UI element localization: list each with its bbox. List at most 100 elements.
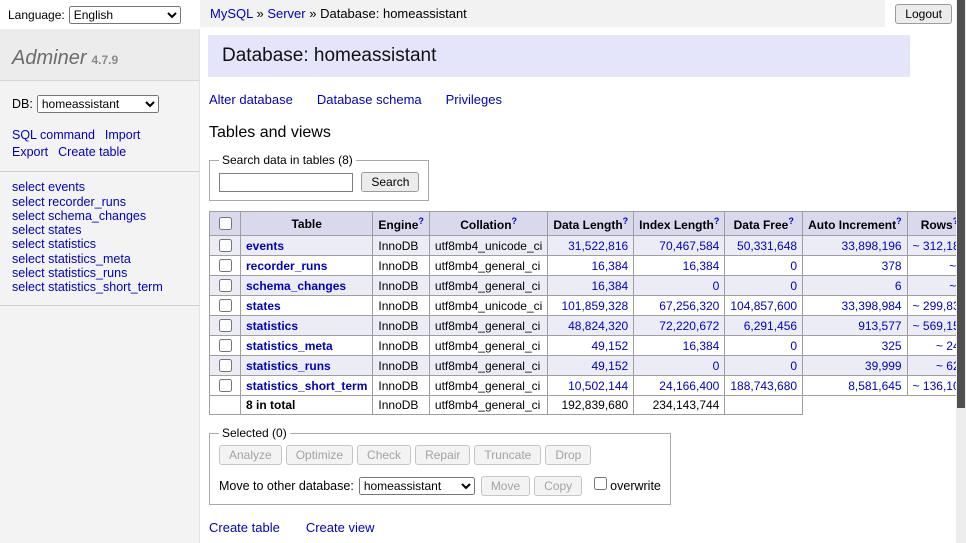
data-length-link[interactable]: 48,824,320 [568,319,628,333]
table-name-link[interactable]: recorder_runs [246,259,327,273]
data-free-link[interactable]: 0 [790,279,797,293]
table-name-link[interactable]: statistics [246,319,298,333]
data-length-link[interactable]: 101,859,328 [561,299,628,313]
data-length-link[interactable]: 49,152 [591,359,628,373]
check-button[interactable]: Check [357,445,411,465]
data-length-link[interactable]: 16,384 [591,279,628,293]
data-free-link[interactable]: 50,331,648 [737,239,797,253]
column-help-link[interactable]: ? [418,216,424,226]
data-free-link[interactable]: 188,743,680 [730,379,797,393]
drop-button[interactable]: Drop [545,445,591,465]
sidebar-link-export[interactable]: Export [12,145,48,159]
breadcrumb-link[interactable]: MySQL [210,6,253,21]
auto-increment-link[interactable]: 33,898,196 [842,239,902,253]
move-button[interactable]: Move [481,476,530,496]
row-checkbox[interactable] [219,259,232,272]
data-free-link[interactable]: 0 [790,259,797,273]
checkbox-cell [210,236,241,256]
column-help-link[interactable]: ? [788,216,794,226]
auto-increment-link[interactable]: 33,398,984 [842,299,902,313]
logout-button[interactable]: Logout [895,4,952,24]
data-length-link[interactable]: 31,522,816 [568,239,628,253]
column-help-link[interactable]: ? [623,216,629,226]
create-view-link[interactable]: Create view [306,520,375,535]
column-help-link[interactable]: ? [714,216,720,226]
row-checkbox[interactable] [219,319,232,332]
data-free-link[interactable]: 6,291,456 [744,319,797,333]
auto-increment-link[interactable]: 378 [882,259,902,273]
auto-increment-link[interactable]: 8,581,645 [848,379,901,393]
table-name-cell: recorder_runs [241,256,373,276]
auto-increment-link[interactable]: 6 [895,279,902,293]
auto-increment-link[interactable]: 325 [882,339,902,353]
vertical-scrollbar[interactable] [956,0,966,543]
index-length-link[interactable]: 0 [713,359,720,373]
row-checkbox[interactable] [219,339,232,352]
column-help-link[interactable]: ? [896,216,902,226]
optimize-button[interactable]: Optimize [286,445,353,465]
index-length-link[interactable]: 16,384 [683,259,720,273]
row-checkbox[interactable] [219,359,232,372]
data-free-link[interactable]: 0 [790,359,797,373]
auto-increment-link[interactable]: 913,577 [858,319,901,333]
checkbox-cell [210,296,241,316]
sidebar-link-create-table[interactable]: Create table [58,145,126,159]
auto-increment-cell: 378 [803,256,908,276]
table-name-link[interactable]: statistics_runs [246,359,331,373]
db-select[interactable]: homeassistant [37,95,159,113]
table-name-link[interactable]: events [246,239,284,253]
sidebar-table-link[interactable]: select schema_changes [12,209,187,223]
nav-link-privileges[interactable]: Privileges [446,92,502,107]
sidebar-link-sql-command[interactable]: SQL command [12,128,95,142]
data-length-link[interactable]: 49,152 [591,339,628,353]
search-input[interactable] [219,173,353,192]
table-name-link[interactable]: statistics_meta [246,339,333,353]
auto-increment-link[interactable]: 39,999 [865,359,902,373]
search-button[interactable]: Search [361,172,419,192]
data-free-link[interactable]: 0 [790,339,797,353]
overwrite-label[interactable]: overwrite [610,479,661,493]
repair-button[interactable]: Repair [415,445,470,465]
index-length-link[interactable]: 72,220,672 [659,319,719,333]
analyze-button[interactable]: Analyze [219,445,282,465]
breadcrumb-link[interactable]: Server [267,6,305,21]
column-help-link[interactable]: ? [512,216,518,226]
data-length-link[interactable]: 10,502,144 [568,379,628,393]
copy-button[interactable]: Copy [534,476,582,496]
table-name-link[interactable]: schema_changes [246,279,346,293]
sidebar-table-link[interactable]: select statistics_runs [12,266,187,280]
index-length-link[interactable]: 24,166,400 [659,379,719,393]
create-table-link[interactable]: Create table [209,520,280,535]
overwrite-checkbox[interactable] [594,477,607,490]
move-db-select[interactable]: homeassistant [359,477,475,495]
data-free-link[interactable]: 104,857,600 [730,299,797,313]
nav-link-database-schema[interactable]: Database schema [317,92,422,107]
row-checkbox[interactable] [219,239,232,252]
sidebar-link-import[interactable]: Import [105,128,140,142]
sidebar-table-link[interactable]: select statistics_short_term [12,281,187,295]
index-length-link[interactable]: 70,467,584 [659,239,719,253]
sidebar-table-link[interactable]: select states [12,224,187,238]
row-checkbox[interactable] [219,379,232,392]
index-length-link[interactable]: 67,256,320 [659,299,719,313]
sidebar-table-link[interactable]: select statistics [12,238,187,252]
table-name-link[interactable]: statistics_short_term [246,379,367,393]
nav-link-alter-database[interactable]: Alter database [209,92,293,107]
row-checkbox[interactable] [219,299,232,312]
scrollbar-thumb[interactable] [957,0,965,408]
sidebar-quick-links: SQL command Import Export Create table [0,115,199,172]
truncate-button[interactable]: Truncate [474,445,541,465]
table-name-link[interactable]: states [246,299,281,313]
data-length-link[interactable]: 16,384 [591,259,628,273]
breadcrumb-separator: » [306,6,320,21]
sidebar-table-link[interactable]: select statistics_meta [12,252,187,266]
row-checkbox[interactable] [219,279,232,292]
collation-cell: utf8mb4_general_ci [429,336,547,356]
index-length-link[interactable]: 16,384 [683,339,720,353]
language-select[interactable]: English [69,6,181,24]
index-length-link[interactable]: 0 [713,279,720,293]
select-all-checkbox[interactable] [219,217,232,230]
sidebar-table-link[interactable]: select events [12,181,187,195]
sidebar-table-link[interactable]: select recorder_runs [12,195,187,209]
adminer-logo[interactable]: Adminer [12,47,86,69]
